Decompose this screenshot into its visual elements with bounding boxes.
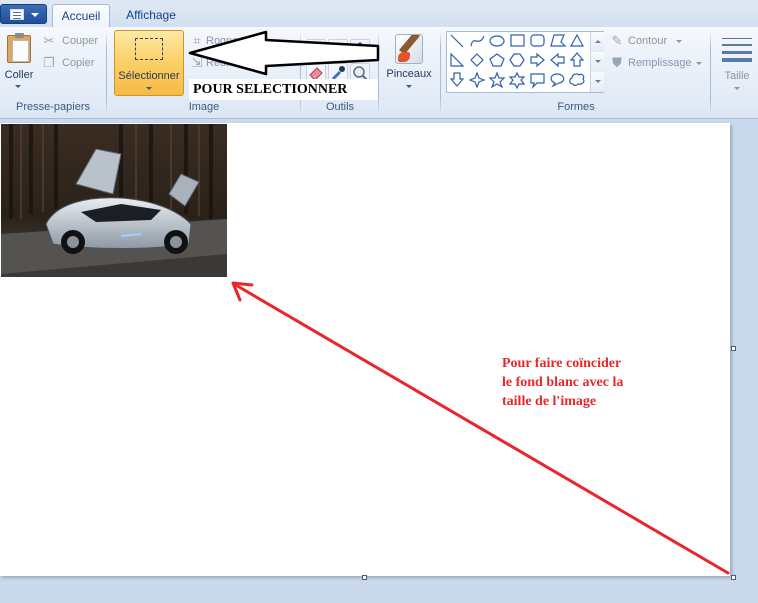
resize-hint-arrow-icon	[231, 281, 730, 575]
select-arrow-icon	[188, 30, 380, 76]
annotation-overlay	[188, 30, 730, 575]
